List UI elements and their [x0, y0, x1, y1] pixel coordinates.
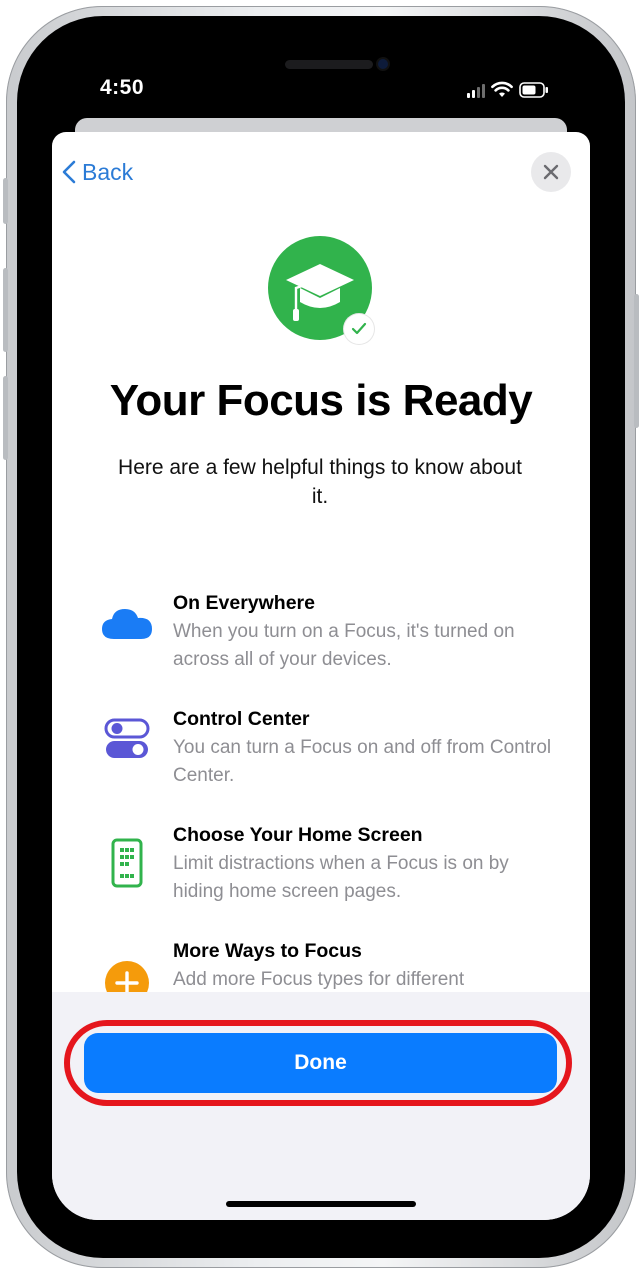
home-indicator[interactable] — [226, 1201, 416, 1207]
feature-more-ways-to-focus: More Ways to Focus Add more Focus types … — [96, 940, 556, 992]
feature-title: Control Center — [173, 708, 310, 730]
feature-description: Limit distractions when a Focus is on by… — [173, 853, 509, 902]
status-time: 4:50 — [100, 76, 145, 99]
chevron-left-icon — [62, 160, 76, 184]
back-label: Back — [82, 158, 134, 185]
feature-title: On Everywhere — [173, 592, 315, 614]
front-camera — [378, 59, 388, 69]
page-title: Your Focus is Ready — [109, 376, 533, 425]
battery-icon — [519, 82, 548, 98]
cloud-icon — [102, 609, 152, 639]
feature-description: When you turn on a Focus, it's turned on… — [173, 621, 515, 670]
feature-title: Choose Your Home Screen — [173, 824, 423, 846]
checkmark-badge — [344, 314, 374, 344]
volume-down-button — [3, 376, 8, 460]
feature-choose-home-screen: Choose Your Home Screen Limit distractio… — [96, 824, 556, 904]
volume-up-button — [3, 268, 8, 352]
wifi-icon — [491, 81, 513, 97]
ringer-switch — [3, 178, 8, 224]
earpiece-speaker — [285, 60, 373, 69]
feature-description: You can turn a Focus on and off from Con… — [173, 737, 552, 786]
page-subtitle: Here are a few helpful things to know ab… — [118, 456, 522, 508]
feature-on-everywhere: On Everywhere When you turn on a Focus, … — [96, 592, 556, 672]
feature-control-center: Control Center You can turn a Focus on a… — [96, 708, 556, 788]
checkmark-icon — [351, 322, 367, 335]
power-button — [634, 294, 639, 428]
feature-title: More Ways to Focus — [173, 940, 362, 962]
feature-description: Add more Focus types for different — [173, 969, 465, 990]
close-button[interactable] — [531, 152, 571, 192]
cellular-signal-icon — [467, 82, 485, 98]
plus-circle-icon — [105, 961, 149, 992]
back-button[interactable]: Back — [62, 154, 133, 190]
toggle-icon — [104, 718, 150, 758]
done-highlight-annotation — [64, 1020, 572, 1106]
phone-icon — [111, 838, 143, 888]
close-icon — [543, 164, 559, 180]
status-icons — [467, 78, 549, 98]
